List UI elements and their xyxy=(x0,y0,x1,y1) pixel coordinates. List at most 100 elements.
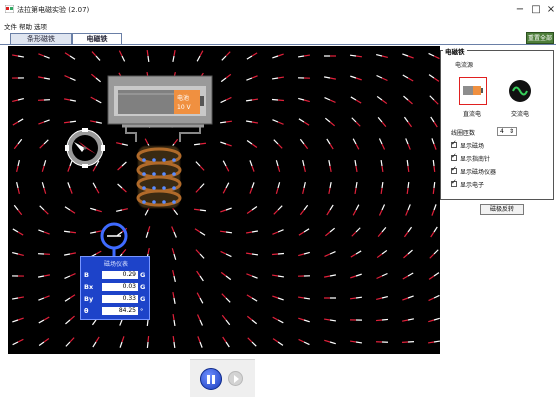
meter-value: 0.29 xyxy=(102,271,138,279)
field-vector-north xyxy=(118,50,123,57)
flip-polarity-button[interactable]: 磁极反转 xyxy=(480,204,524,215)
field-vector-south xyxy=(145,231,149,238)
field-vector-north xyxy=(222,336,227,343)
field-vector-north xyxy=(303,99,310,103)
field-vector-north xyxy=(249,187,253,194)
field-vector-south xyxy=(407,249,413,255)
field-vector-south xyxy=(405,138,409,145)
field-vector-south xyxy=(119,341,123,348)
field-vector-north xyxy=(196,270,201,277)
field-vector-south xyxy=(303,319,310,323)
field-vector-south xyxy=(406,159,409,167)
field-vector-south xyxy=(199,275,204,282)
field-vector-south xyxy=(220,99,227,104)
field-vector-south xyxy=(43,119,50,123)
field-vector-south xyxy=(193,143,201,146)
field-meter[interactable]: 磁场仪表 B 0.29 G Bx 0.03 G By 0.33 G θ 84.2… xyxy=(80,256,150,320)
electron xyxy=(152,158,156,162)
simulation-canvas[interactable]: 电池 10 V xyxy=(8,46,440,354)
field-vector-south xyxy=(17,55,25,58)
window-title: 法拉第电磁实验 (2.07) xyxy=(17,6,90,14)
current-source-label: 电流源 xyxy=(455,62,474,69)
checkbox-label: 显示指南针 xyxy=(460,156,491,163)
field-vector-north xyxy=(355,77,362,81)
field-vector-south xyxy=(221,55,227,61)
field-vector-north xyxy=(381,77,388,82)
field-vector-north xyxy=(303,121,310,126)
dc-label: 直流电 xyxy=(463,111,482,118)
meter-name: By xyxy=(84,295,94,303)
field-vector-south xyxy=(147,55,150,63)
field-probe-icon[interactable] xyxy=(100,222,128,256)
field-vector-north xyxy=(69,187,73,194)
field-vector-north xyxy=(43,316,50,321)
field-vector-north xyxy=(375,319,383,322)
field-vector-south xyxy=(277,275,285,278)
field-vector-south xyxy=(298,97,305,101)
field-vector-south xyxy=(90,207,97,211)
field-vector-north xyxy=(91,51,97,57)
meter-row: B 0.29 G xyxy=(84,271,148,280)
field-vector-north xyxy=(251,52,258,57)
field-vector-south xyxy=(95,77,101,83)
field-vector-north xyxy=(277,76,285,79)
menu-help[interactable]: 帮助 xyxy=(19,21,32,31)
loops-spinner[interactable]: 4 ⇕ xyxy=(497,127,517,136)
menu-options[interactable]: 选项 xyxy=(34,21,47,31)
field-vector-south xyxy=(407,318,415,321)
field-vector-north xyxy=(277,53,284,57)
field-vector-north xyxy=(171,226,175,233)
field-vector-south xyxy=(355,341,363,344)
electromagnet-panel xyxy=(440,50,554,200)
field-vector-north xyxy=(43,337,50,343)
menu-file[interactable]: 文件 xyxy=(4,21,17,31)
field-vector-north xyxy=(17,317,24,321)
checkbox-show-meter[interactable] xyxy=(451,165,457,174)
checkbox-show-electrons[interactable] xyxy=(451,178,457,187)
field-vector-south xyxy=(381,181,384,189)
reset-all-button[interactable]: 重置全部 xyxy=(526,32,554,44)
battery-icon xyxy=(463,86,483,95)
dc-source-option[interactable] xyxy=(459,77,487,105)
field-vector-north xyxy=(245,231,253,234)
field-vector-south xyxy=(381,204,386,211)
field-vector-north xyxy=(172,335,175,343)
field-vector-north xyxy=(433,77,440,82)
field-vector-north xyxy=(352,209,357,216)
field-vector-south xyxy=(402,74,409,79)
field-vector-south xyxy=(352,138,357,145)
field-vector-north xyxy=(43,209,49,215)
coil[interactable] xyxy=(136,145,182,209)
checkbox-show-compass[interactable] xyxy=(451,152,457,161)
field-vector-south xyxy=(119,319,123,326)
field-vector-south xyxy=(277,229,284,233)
app-icon xyxy=(5,5,14,13)
field-vector-south xyxy=(251,230,259,233)
spinner-arrows-icon[interactable]: ⇕ xyxy=(509,128,514,135)
field-vector-south xyxy=(251,297,258,302)
field-vector-north xyxy=(38,121,45,125)
ac-source-option[interactable] xyxy=(507,78,535,106)
field-vector-south xyxy=(225,182,230,189)
field-vector-south xyxy=(381,249,388,255)
field-vector-south xyxy=(246,55,253,60)
field-vector-south xyxy=(195,161,201,167)
field-vector-south xyxy=(433,294,440,299)
battery[interactable]: 电池 10 V xyxy=(107,75,213,125)
field-vector-south xyxy=(67,182,71,189)
field-vector-north xyxy=(351,231,357,237)
close-button[interactable]: × xyxy=(541,2,556,18)
field-vector-south xyxy=(277,205,283,211)
field-vector-north xyxy=(277,99,285,102)
field-vector-north xyxy=(324,253,331,257)
field-vector-south xyxy=(144,209,149,216)
field-vector-north xyxy=(41,165,45,172)
field-vector-north xyxy=(405,209,409,216)
field-vector-south xyxy=(69,77,76,81)
field-vector-north xyxy=(17,253,24,257)
field-vector-north xyxy=(329,165,332,173)
pause-icon[interactable] xyxy=(200,368,222,390)
field-vector-south xyxy=(199,231,206,236)
checkbox-show-field[interactable] xyxy=(451,139,457,148)
step-icon[interactable] xyxy=(228,371,243,386)
